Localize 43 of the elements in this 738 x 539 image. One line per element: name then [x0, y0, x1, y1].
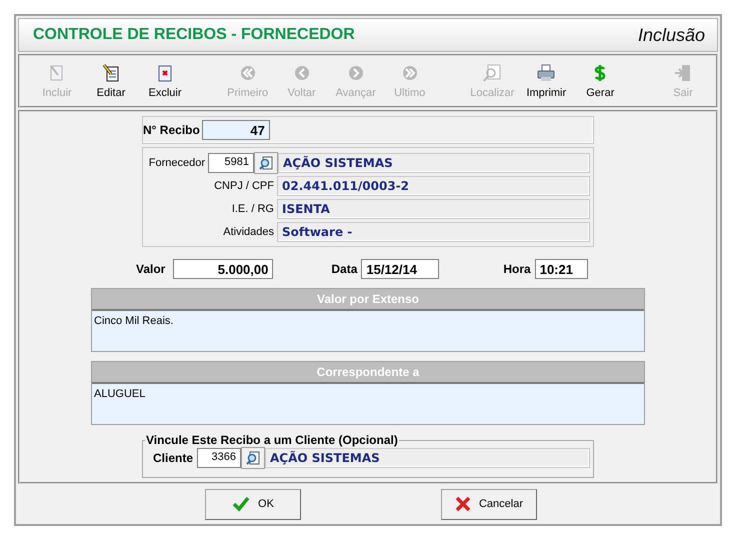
field-label: CNPJ / CPF [213, 180, 275, 192]
info-field: Software - [277, 222, 590, 242]
toolbar-button[interactable]: Excluir [138, 56, 192, 106]
value-label: Valor [136, 262, 166, 276]
text-area[interactable]: ALUGUEL [92, 384, 644, 424]
magnifier-icon [258, 154, 274, 170]
date-field[interactable]: 15/12/14 [361, 259, 440, 279]
field-label: I.E. / RG [230, 203, 275, 215]
search-button[interactable] [254, 152, 278, 174]
toolbar-button[interactable]: Gerar [573, 56, 628, 106]
client-code-field[interactable]: 3366 [197, 448, 242, 468]
info-field: 02.441.011/0003-2 [277, 176, 590, 196]
toolbar-button[interactable]: Imprimir [519, 56, 574, 106]
time-field[interactable]: 10:21 [534, 259, 588, 279]
pencil-document-icon [101, 63, 121, 83]
cancel-button[interactable]: Cancelar [441, 488, 537, 520]
time-label: Hora [503, 262, 531, 276]
text-area[interactable]: Cinco Mil Reais. [92, 311, 644, 351]
magnifier-icon [245, 450, 262, 466]
toolbar-button[interactable]: Editar [84, 56, 138, 106]
checkmark-icon [232, 496, 250, 512]
date-label: Data [331, 262, 358, 276]
ok-button[interactable]: OK [205, 488, 301, 520]
search-button[interactable] [241, 447, 266, 469]
client-name-field: AÇÃO SISTEMAS [265, 448, 590, 468]
close-icon [454, 496, 471, 512]
field-label: Atividades [222, 226, 275, 238]
receipt-label: N° Recibo [143, 123, 200, 137]
info-field: ISENTA [277, 199, 590, 219]
printer-icon [536, 63, 556, 83]
section-header: Valor por Extenso [92, 289, 644, 311]
window-title: CONTROLE DE RECIBOS - FORNECEDOR [33, 26, 355, 44]
value-field[interactable]: 5.000,00 [173, 259, 274, 279]
section-header: Correspondente a [92, 362, 644, 384]
group-legend: Vincule Este Recibo a um Cliente (Opcional) [145, 433, 399, 447]
supplier-code-field[interactable]: 5981 [208, 152, 254, 172]
magnifier-icon [482, 63, 502, 83]
exit-door-icon [672, 63, 693, 83]
receipt-number-field[interactable]: 47 [202, 120, 270, 140]
supplier-label: Fornecedor [148, 156, 206, 168]
client-label: Cliente [153, 451, 194, 465]
supplier-name-field: AÇÃO SISTEMAS [278, 152, 590, 172]
mode-label: Inclusão [638, 24, 705, 46]
